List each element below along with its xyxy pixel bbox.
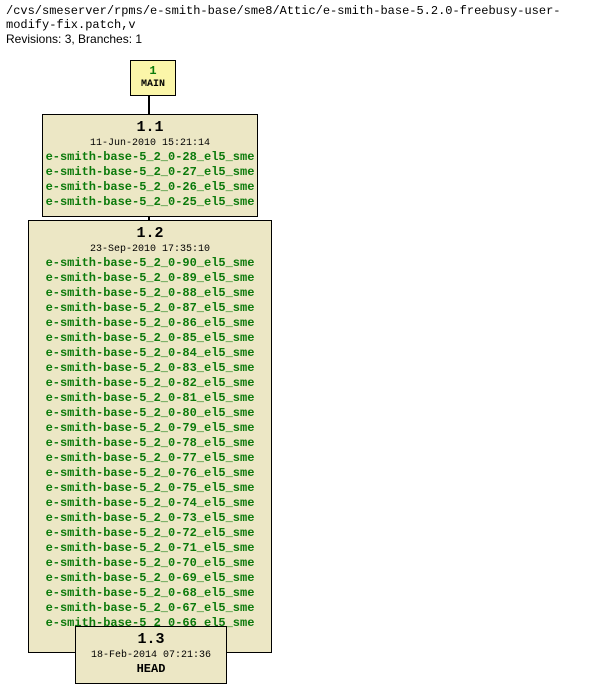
- revision-tag: e-smith-base-5_2_0-90_el5_sme: [29, 256, 271, 271]
- revision-node-1-3[interactable]: 1.3 18-Feb-2014 07:21:36 HEAD: [75, 626, 227, 684]
- revision-tag: e-smith-base-5_2_0-25_el5_sme: [43, 195, 257, 210]
- branch-label: MAIN: [133, 79, 173, 92]
- revision-tag: e-smith-base-5_2_0-79_el5_sme: [29, 421, 271, 436]
- revision-tag: e-smith-base-5_2_0-86_el5_sme: [29, 316, 271, 331]
- head-label: HEAD: [76, 662, 226, 677]
- revision-tag: e-smith-base-5_2_0-78_el5_sme: [29, 436, 271, 451]
- revision-tag: e-smith-base-5_2_0-68_el5_sme: [29, 586, 271, 601]
- revision-tag: e-smith-base-5_2_0-74_el5_sme: [29, 496, 271, 511]
- revision-tag: e-smith-base-5_2_0-26_el5_sme: [43, 180, 257, 195]
- revision-tag: e-smith-base-5_2_0-84_el5_sme: [29, 346, 271, 361]
- revision-node-1-2[interactable]: 1.2 23-Sep-2010 17:35:10 e-smith-base-5_…: [28, 220, 272, 653]
- repo-path: /cvs/smeserver/rpms/e-smith-base/sme8/At…: [0, 0, 590, 32]
- revision-tag: e-smith-base-5_2_0-27_el5_sme: [43, 165, 257, 180]
- branch-root[interactable]: 1 MAIN: [130, 60, 176, 96]
- revision-tag: e-smith-base-5_2_0-69_el5_sme: [29, 571, 271, 586]
- revision-tag: e-smith-base-5_2_0-70_el5_sme: [29, 556, 271, 571]
- revision-tag: e-smith-base-5_2_0-28_el5_sme: [43, 150, 257, 165]
- revision-date: 11-Jun-2010 15:21:14: [43, 138, 257, 151]
- revision-tag: e-smith-base-5_2_0-77_el5_sme: [29, 451, 271, 466]
- revision-tag: e-smith-base-5_2_0-75_el5_sme: [29, 481, 271, 496]
- revision-tag: e-smith-base-5_2_0-73_el5_sme: [29, 511, 271, 526]
- revision-tag: e-smith-base-5_2_0-81_el5_sme: [29, 391, 271, 406]
- revision-tag: e-smith-base-5_2_0-80_el5_sme: [29, 406, 271, 421]
- revision-tag: e-smith-base-5_2_0-67_el5_sme: [29, 601, 271, 616]
- revision-tag: e-smith-base-5_2_0-82_el5_sme: [29, 376, 271, 391]
- revision-node-1-1[interactable]: 1.1 11-Jun-2010 15:21:14 e-smith-base-5_…: [42, 114, 258, 217]
- revision-id: 1.2: [29, 225, 271, 244]
- revision-tag: e-smith-base-5_2_0-76_el5_sme: [29, 466, 271, 481]
- connector-line: [148, 96, 150, 114]
- revision-tag: e-smith-base-5_2_0-85_el5_sme: [29, 331, 271, 346]
- revision-tag: e-smith-base-5_2_0-87_el5_sme: [29, 301, 271, 316]
- revision-tag: e-smith-base-5_2_0-89_el5_sme: [29, 271, 271, 286]
- revision-tag: e-smith-base-5_2_0-71_el5_sme: [29, 541, 271, 556]
- branch-number: 1: [133, 64, 173, 79]
- graph-canvas: 1 MAIN 1.1 11-Jun-2010 15:21:14 e-smith-…: [0, 52, 590, 667]
- revision-tag: e-smith-base-5_2_0-88_el5_sme: [29, 286, 271, 301]
- revision-date: 23-Sep-2010 17:35:10: [29, 244, 271, 257]
- revision-summary: Revisions: 3, Branches: 1: [0, 32, 590, 52]
- revision-tag: e-smith-base-5_2_0-83_el5_sme: [29, 361, 271, 376]
- revision-date: 18-Feb-2014 07:21:36: [76, 650, 226, 663]
- revision-tag: e-smith-base-5_2_0-72_el5_sme: [29, 526, 271, 541]
- revision-id: 1.1: [43, 119, 257, 138]
- revision-id: 1.3: [76, 631, 226, 650]
